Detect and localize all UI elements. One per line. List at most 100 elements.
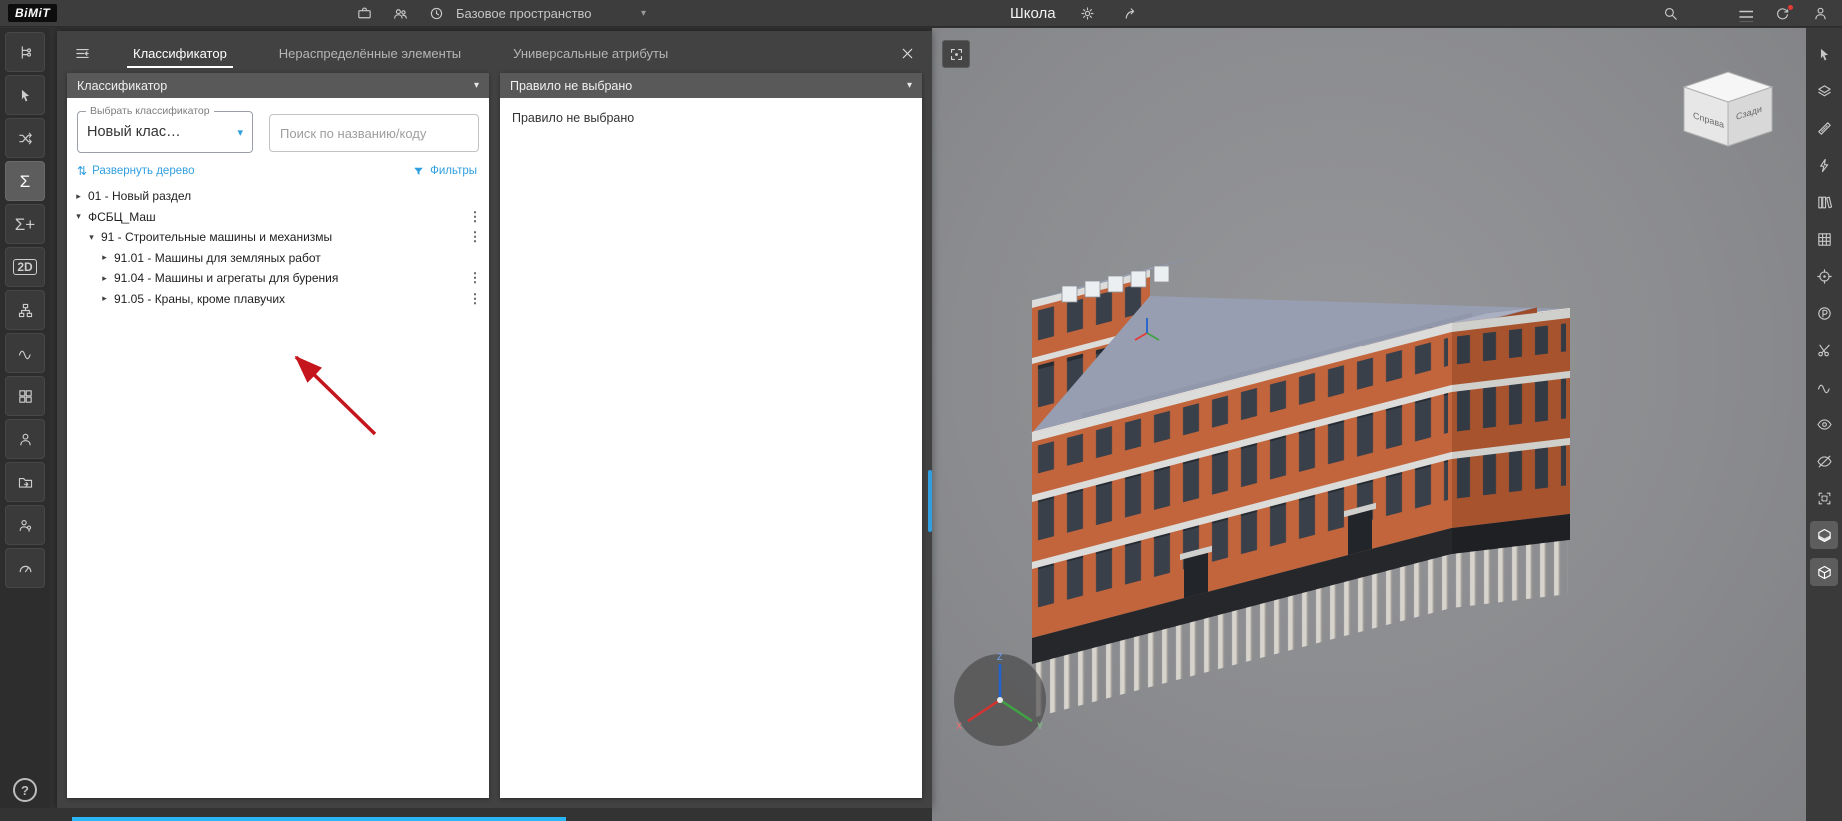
quick-actions-button[interactable] (1810, 151, 1838, 179)
select-tool-button[interactable] (5, 75, 45, 115)
apps-grid-icon (17, 388, 34, 405)
search-input[interactable] (280, 125, 468, 141)
navigation-cube[interactable]: Справа Сзади (1680, 68, 1776, 150)
rule-panel-title: Правило не выбрано (510, 78, 633, 93)
relations-button[interactable] (5, 118, 45, 158)
estimates-button[interactable]: Σ+ (5, 204, 45, 244)
search-field[interactable] (269, 114, 479, 152)
item-menu-icon[interactable]: ⋮ (467, 229, 483, 245)
orbit-view-button[interactable] (1810, 558, 1838, 586)
collapse-panel-button[interactable] (67, 39, 97, 67)
lightning-icon (1816, 157, 1833, 174)
parking-button[interactable] (1810, 299, 1838, 327)
person-icon (1812, 5, 1829, 22)
show-elements-button[interactable] (1810, 410, 1838, 438)
chevron-down-icon[interactable]: ▾ (71, 211, 86, 222)
left-toolbar: Σ Σ+ 2D ? (0, 28, 50, 808)
select-area-button[interactable] (1810, 40, 1838, 68)
section-cut-button[interactable] (1810, 336, 1838, 364)
search-button[interactable] (1658, 3, 1682, 25)
panel-resize-handle[interactable] (928, 470, 932, 532)
tree-item[interactable]: ▾ 91 - Строительные машины и механизмы ⋮ (67, 227, 489, 248)
workspace-selector[interactable]: Базовое пространство ▾ (456, 0, 646, 27)
topbar-right (1658, 0, 1832, 27)
ground-view-button[interactable] (1810, 521, 1838, 549)
tree-item[interactable]: ▸ 91.01 - Машины для земляных работ (67, 248, 489, 269)
help-button[interactable]: ? (13, 778, 37, 802)
classifier-panel-header[interactable]: Классификатор ▾ (67, 73, 489, 98)
tab-classifier[interactable]: Классификатор (107, 35, 253, 71)
drawings-2d-button[interactable]: 2D (5, 247, 45, 287)
shared-projects-button[interactable] (5, 462, 45, 502)
item-menu-icon[interactable]: ⋮ (467, 209, 483, 225)
user-icon (17, 431, 34, 448)
sync-button[interactable] (1770, 3, 1794, 25)
graphs-button[interactable] (1810, 373, 1838, 401)
flowchart-icon (17, 302, 34, 319)
sigma-plus-icon: Σ+ (14, 214, 36, 234)
chevron-right-icon[interactable]: ▸ (97, 252, 112, 263)
tree-item-label: ФСБЦ_Маш (88, 209, 156, 224)
filters-button[interactable]: Фильтры (412, 165, 477, 178)
chevron-right-icon[interactable]: ▸ (71, 191, 86, 202)
orientation-gizmo[interactable]: Z X Y (948, 648, 1052, 752)
tab-unallocated-elements[interactable]: Нераспределённые элементы (253, 35, 487, 71)
section-layers-button[interactable] (1810, 77, 1838, 105)
schemes-button[interactable] (5, 290, 45, 330)
tab-universal-attributes[interactable]: Универсальные атрибуты (487, 35, 694, 71)
locate-button[interactable] (1810, 262, 1838, 290)
expand-tree-link[interactable]: ⇅ Развернуть дерево (77, 164, 195, 178)
expand-collapse-icon: ⇅ (77, 164, 88, 178)
model-structure-button[interactable] (5, 32, 45, 72)
chevron-down-icon[interactable]: ▾ (84, 232, 99, 243)
eye-off-icon (1816, 453, 1833, 470)
chevron-right-icon[interactable]: ▸ (97, 293, 112, 304)
project-header: Школа (1010, 0, 1144, 27)
account-button[interactable] (1808, 3, 1832, 25)
plugins-button[interactable] (5, 376, 45, 416)
building-model[interactable] (932, 28, 1806, 821)
half-cube-icon (1816, 527, 1833, 544)
chevron-down-icon: ▾ (237, 126, 243, 139)
focus-model-button[interactable] (942, 40, 970, 68)
library-button[interactable] (1810, 188, 1838, 216)
panel-menu-icon (74, 45, 91, 62)
item-menu-icon[interactable]: ⋮ (467, 270, 483, 286)
menu-button[interactable] (1732, 3, 1756, 25)
classifier-panel-body: Выбрать классификатор Новый клас… ▾ ⇅ Ра… (67, 98, 489, 798)
tree-item[interactable]: ▸ 91.05 - Краны, кроме плавучих ⋮ (67, 289, 489, 310)
expand-tree-label: Развернуть дерево (92, 165, 195, 177)
chevron-right-icon[interactable]: ▸ (97, 273, 112, 284)
classifier-button[interactable]: Σ (5, 161, 45, 201)
selection-frame-button[interactable] (1810, 484, 1838, 512)
tree-item-label: 91.04 - Машины и агрегаты для бурения (114, 271, 339, 286)
grid-button[interactable] (1810, 225, 1838, 253)
tree-item-label: 91.01 - Машины для земляных работ (114, 250, 321, 265)
close-dialog-button[interactable] (892, 39, 922, 67)
dashboard-button[interactable] (5, 548, 45, 588)
tree-item[interactable]: ▸ 01 - Новый раздел (67, 186, 489, 207)
classifier-select[interactable]: Выбрать классификатор Новый клас… ▾ (77, 105, 253, 153)
topbar-tools (352, 0, 448, 27)
user-location-button[interactable] (5, 505, 45, 545)
hide-elements-button[interactable] (1810, 447, 1838, 475)
app-logo: BiMiT (8, 4, 58, 22)
tree-item[interactable]: ▾ ФСБЦ_Маш ⋮ (67, 207, 489, 228)
item-menu-icon[interactable]: ⋮ (467, 291, 483, 307)
projects-button[interactable] (352, 3, 376, 25)
parking-icon (1816, 305, 1833, 322)
settings-button[interactable] (1076, 3, 1100, 25)
classifier-select-value: Новый клас… (87, 124, 181, 140)
chevron-down-icon: ▾ (473, 80, 479, 91)
profile-button[interactable] (5, 419, 45, 459)
project-title: Школа (1010, 5, 1056, 22)
charts-button[interactable] (5, 333, 45, 373)
cursor-icon (1816, 46, 1833, 63)
viewport-3d[interactable]: Справа Сзади Z X Y (932, 28, 1806, 821)
rule-panel-header[interactable]: Правило не выбрано ▾ (500, 73, 922, 98)
tree-item[interactable]: ▸ 91.04 - Машины и агрегаты для бурения … (67, 268, 489, 289)
share-button[interactable] (1120, 3, 1144, 25)
history-button[interactable] (424, 3, 448, 25)
measure-button[interactable] (1810, 114, 1838, 142)
team-button[interactable] (388, 3, 412, 25)
